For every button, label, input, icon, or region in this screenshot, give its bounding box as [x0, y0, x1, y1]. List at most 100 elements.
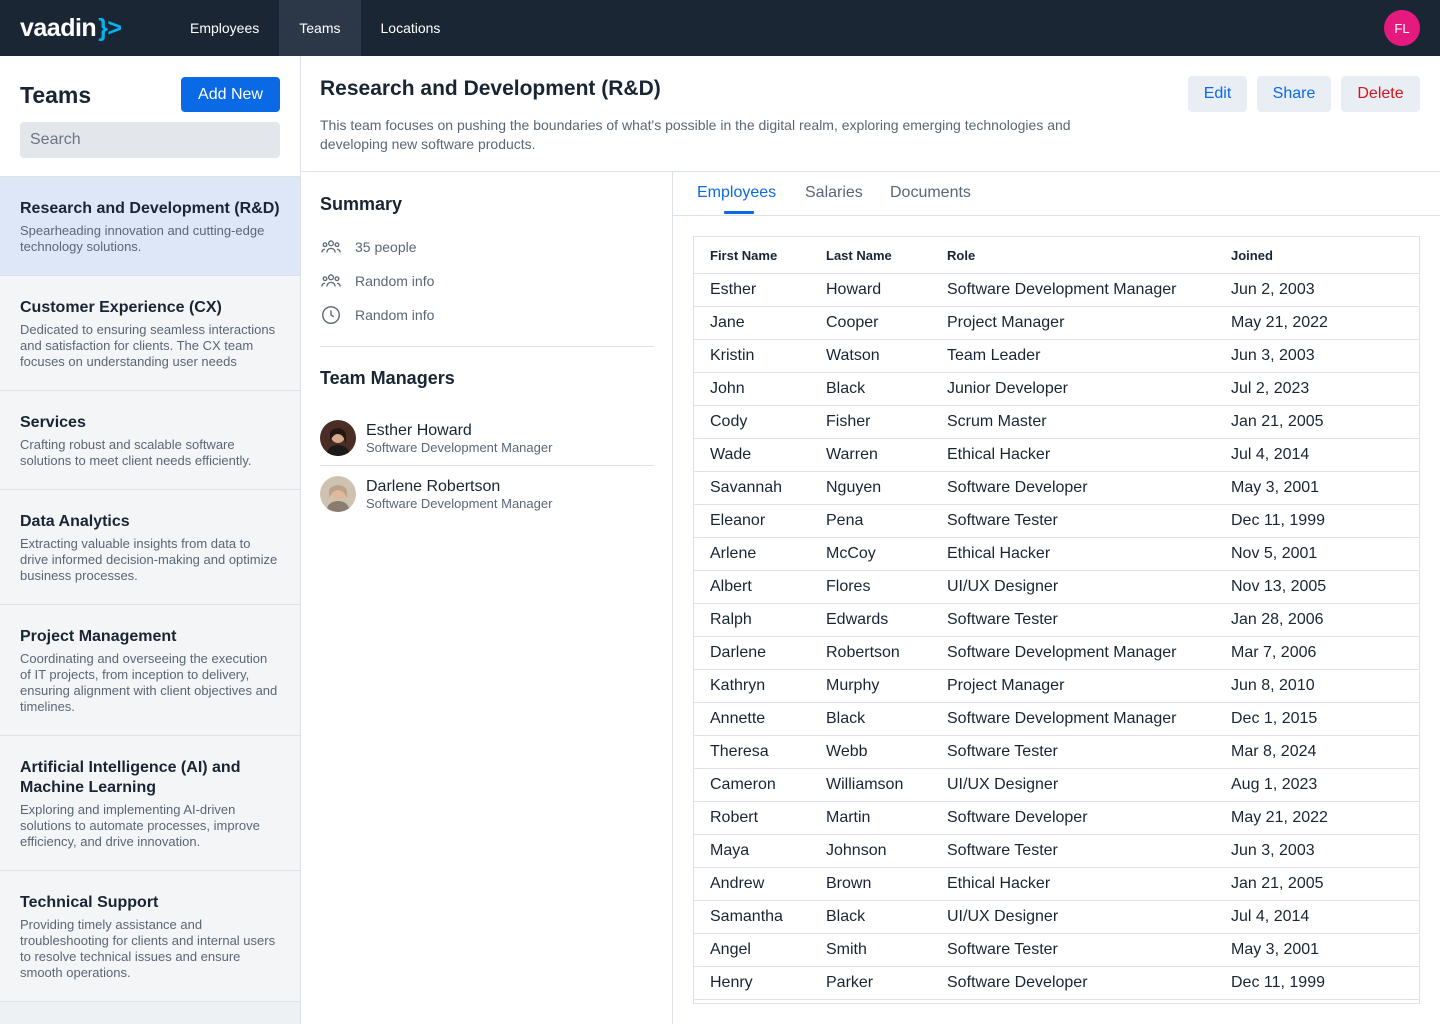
clock-icon: [322, 306, 340, 324]
managers-title: Team Managers: [320, 368, 455, 388]
column-header-joined[interactable]: Joined: [1231, 248, 1419, 263]
cell-role: Software Tester: [947, 842, 1058, 859]
table-row[interactable]: Jane Cooper Project Manager May 21, 2022: [694, 307, 1419, 340]
cell-role: Software Tester: [947, 611, 1058, 628]
cell-joined: Aug 1, 2023: [1231, 776, 1318, 793]
cell-last-name: Murphy: [826, 677, 880, 694]
cell-last-name: Williamson: [826, 776, 904, 793]
team-description: Dedicated to ensuring seamless interacti…: [20, 322, 276, 369]
table-row[interactable]: Samantha Black UI/UX Designer Jul 4, 2014: [694, 901, 1419, 934]
cell-role: Software Developer: [947, 479, 1088, 496]
cell-role: Ethical Hacker: [947, 446, 1051, 463]
table-row[interactable]: Darlene Robertson Software Development Man…: [694, 637, 1419, 670]
table-row[interactable]: Ralph Edwards Software Tester Jan 28, 2006: [694, 604, 1419, 637]
teams-sidebar: Teams Add New Research and Development (…: [0, 56, 301, 1024]
cell-first-name: Albert: [710, 578, 752, 595]
cell-first-name: Esther: [710, 281, 757, 298]
cell-last-name: Black: [826, 908, 866, 925]
share-button[interactable]: Share: [1257, 76, 1331, 112]
table-row[interactable]: Angel Smith Software Tester May 3, 2001: [694, 934, 1419, 967]
cell-first-name: Wade: [710, 446, 752, 463]
cell-joined: Jul 4, 2014: [1231, 446, 1310, 463]
column-header-last-name[interactable]: Last Name: [826, 248, 947, 263]
column-header-first-name[interactable]: First Name: [694, 248, 826, 263]
add-new-button[interactable]: Add New: [181, 77, 280, 112]
edit-button[interactable]: Edit: [1188, 76, 1247, 112]
cell-first-name: Cameron: [710, 776, 776, 793]
summary-title: Summary: [320, 194, 403, 214]
table-row[interactable]: Savannah Nguyen Software Developer May 3, 2…: [694, 472, 1419, 505]
cell-last-name: Fisher: [826, 413, 871, 430]
table-row[interactable]: Henry Parker Software Developer Dec 11, 199…: [694, 967, 1419, 1000]
nav-tab-employees[interactable]: Employees: [170, 0, 279, 56]
table-row[interactable]: Andrew Brown Ethical Hacker Jan 21, 2005: [694, 868, 1419, 901]
cell-last-name: Martin: [826, 809, 871, 826]
table-row[interactable]: Esther Howard Software Development Manager…: [694, 274, 1419, 307]
cell-joined: Jan 28, 2006: [1231, 611, 1324, 628]
cell-first-name: Annette: [710, 710, 766, 727]
nav-tab-teams[interactable]: Teams: [279, 0, 361, 56]
cell-first-name: Darlene: [710, 644, 767, 661]
table-row[interactable]: Albert Flores UI/UX Designer Nov 13, 2005: [694, 571, 1419, 604]
column-header-role[interactable]: Role: [947, 248, 1231, 263]
cell-first-name: Theresa: [710, 743, 769, 760]
team-list-item[interactable]: Services Crafting robust and scalable sof…: [0, 391, 300, 490]
table-row[interactable]: Cody Fisher Scrum Master Jan 21, 2005: [694, 406, 1419, 439]
tab-salaries[interactable]: Salaries: [805, 184, 863, 202]
table-row[interactable]: Arlene McCoy Ethical Hacker Nov 5, 2001: [694, 538, 1419, 571]
manager-item[interactable]: Darlene Robertson Software Development M…: [320, 469, 654, 519]
cell-joined: Jul 4, 2014: [1231, 908, 1310, 925]
team-name: Technical Support: [20, 894, 159, 911]
cell-role: Software Development Manager: [947, 710, 1177, 727]
group-icon: [321, 274, 341, 287]
cell-first-name: Andrew: [710, 875, 765, 892]
search-input[interactable]: [20, 122, 280, 158]
tab-employees[interactable]: Employees: [697, 184, 776, 202]
cell-joined: Dec 11, 1999: [1231, 974, 1325, 991]
table-row[interactable]: Wade Warren Ethical Hacker Jul 4, 2014: [694, 439, 1419, 472]
cell-last-name: Flores: [826, 578, 871, 595]
table-row[interactable]: Kristin Watson Team Leader Jun 3, 2003: [694, 340, 1419, 373]
grid-body: Esther Howard Software Development Manager…: [694, 274, 1419, 1000]
table-row[interactable]: Cameron Williamson UI/UX Designer Aug 1, 20…: [694, 769, 1419, 802]
logo-text: vaadin: [20, 13, 97, 42]
user-avatar[interactable]: FL: [1384, 10, 1420, 46]
cell-role: Software Tester: [947, 743, 1058, 760]
delete-button[interactable]: Delete: [1341, 76, 1420, 112]
table-row[interactable]: Annette Black Software Development Manager…: [694, 703, 1419, 736]
cell-joined: Jun 8, 2010: [1231, 677, 1315, 694]
team-list-item[interactable]: Project Management Coordinating and overs…: [0, 605, 300, 736]
team-list-item[interactable]: Customer Experience (CX) Dedicated to ens…: [0, 276, 300, 391]
table-row[interactable]: Maya Johnson Software Tester Jun 3, 2003: [694, 835, 1419, 868]
avatar: [320, 420, 356, 456]
cell-first-name: Kathryn: [710, 677, 766, 694]
nav-tab-locations[interactable]: Locations: [361, 0, 461, 56]
summary-people-row: 35 people: [320, 236, 417, 258]
summary-time-text: Random info: [355, 307, 435, 323]
summary-people-text: 35 people: [355, 239, 417, 255]
table-row[interactable]: John Black Junior Developer Jul 2, 2023: [694, 373, 1419, 406]
cell-joined: Jun 3, 2003: [1231, 842, 1315, 859]
team-list-item[interactable]: Research and Development (R&D) Spearheadi…: [0, 177, 300, 276]
team-description: Providing timely assistance and troubles…: [20, 917, 276, 980]
cell-role: Software Developer: [947, 809, 1088, 826]
cell-first-name: Arlene: [710, 545, 757, 562]
cell-first-name: Samantha: [710, 908, 783, 925]
table-row[interactable]: Theresa Webb Software Tester Mar 8, 2024: [694, 736, 1419, 769]
table-row[interactable]: Kathryn Murphy Project Manager Jun 8, 2010: [694, 670, 1419, 703]
vaadin-logo[interactable]: vaadin}>: [0, 0, 170, 56]
tab-documents[interactable]: Documents: [890, 184, 971, 202]
team-list-item[interactable]: Artificial Intelligence (AI) and Machine…: [0, 736, 300, 871]
team-list-item[interactable]: Technical Support Providing timely assist…: [0, 871, 300, 1002]
cell-last-name: Black: [826, 710, 866, 727]
manager-item[interactable]: Esther Howard Software Development Manag…: [320, 413, 654, 463]
table-row[interactable]: Robert Martin Software Developer May 21, 20…: [694, 802, 1419, 835]
table-row[interactable]: Eleanor Pena Software Tester Dec 11, 1999: [694, 505, 1419, 538]
cell-first-name: Robert: [710, 809, 759, 826]
divider: [320, 346, 654, 347]
cell-joined: Jan 21, 2005: [1231, 413, 1324, 430]
team-name: Customer Experience (CX): [20, 299, 222, 316]
cell-joined: May 21, 2022: [1231, 314, 1328, 331]
team-list-item[interactable]: Data Analytics Extracting valuable insigh…: [0, 490, 300, 605]
cell-first-name: Henry: [710, 974, 753, 991]
